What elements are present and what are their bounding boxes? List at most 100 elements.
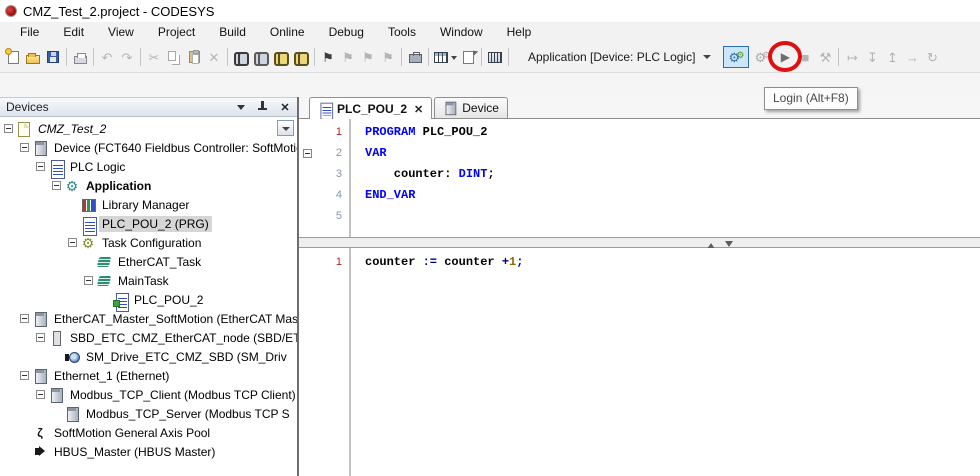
menu-tools[interactable]: Tools [376,23,428,41]
collapse-expander-icon[interactable] [84,276,93,285]
build-button[interactable] [485,46,505,68]
menu-help[interactable]: Help [495,23,544,41]
menu-file[interactable]: File [8,23,51,41]
tree-item[interactable]: ⚙ Application [0,176,297,195]
single-cycle-icon: ⚒ [819,49,832,65]
editor-area: PLC_POU_2 Device 1 PROGRAM PLC_POU_2 2 VAR 3… [299,97,980,476]
menu-edit[interactable]: Edit [51,23,96,41]
tree-item[interactable]: PLC Logic [0,157,297,179]
tree-item[interactable]: EtherCAT_Master_SoftMotion (EtherCAT Mas [0,309,297,328]
reset-warm-button[interactable]: ↻ [922,46,942,68]
replace-icon [253,52,269,66]
tree-item[interactable]: Device (FCT640 Fieldbus Controller: Soft… [0,138,297,157]
find-button[interactable] [231,46,251,68]
print-button[interactable] [70,46,90,68]
tree-item-label: PLC_POU_2 [134,292,204,307]
close-panel-icon[interactable] [277,100,293,114]
new-file-button[interactable] [3,46,23,68]
replace-in-project-button[interactable] [291,46,311,68]
previous-bookmark-button[interactable]: ⚑ [338,46,358,68]
tree-item-label: PLC_POU_2 (PRG) [99,215,212,232]
delete-button[interactable]: ✕ [204,46,224,68]
collapse-expander-icon[interactable] [36,333,45,342]
login-button[interactable]: ⚙⚙ [723,46,750,68]
copy-button[interactable] [164,46,184,68]
toolbar-separator [227,48,228,66]
single-cycle-button[interactable]: ⚒ [815,46,835,68]
reset-warm-icon: ↻ [926,49,938,65]
declaration-editor[interactable]: 1 PROGRAM PLC_POU_2 2 VAR 3 counter: DINT; 4 E… [299,119,980,237]
step-over-icon: ↦ [846,49,858,65]
pin-panel-icon[interactable] [255,100,271,114]
run-to-cursor-button[interactable]: → [902,46,922,68]
menu-project[interactable]: Project [146,23,207,41]
menu-window[interactable]: Window [428,23,495,41]
find-in-project-button[interactable] [271,46,291,68]
new-object-button[interactable] [458,46,478,68]
replace-button[interactable] [251,46,271,68]
stop-button[interactable]: ■ [795,46,815,68]
paste-button[interactable] [184,46,204,68]
tree-item[interactable]: PLC_POU_2 (PRG) [0,214,297,236]
chevron-down-icon [450,55,457,63]
tree-item[interactable]: EtherCAT_Task [0,252,297,271]
toolbar-separator [838,48,840,66]
menu-view[interactable]: View [96,23,146,41]
undo-icon: ↶ [101,49,113,65]
step-over-button[interactable]: ↦ [842,46,862,68]
undo-button[interactable]: ↶ [97,46,117,68]
tree-item[interactable]: PLC_POU_2 [0,290,297,312]
delete-icon: ✕ [208,49,220,65]
collapse-expander-icon[interactable] [4,124,13,133]
tree-item[interactable]: Modbus_TCP_Server (Modbus TCP S [0,404,297,423]
collapse-expander-icon[interactable] [52,181,61,190]
collapse-expander-icon[interactable] [20,314,29,323]
toggle-bookmark-button[interactable]: ⚑ [318,46,338,68]
tree-item[interactable]: ⚙ Task Configuration [0,233,297,252]
step-out-icon: ↥ [886,49,898,65]
save-project-button[interactable] [43,46,63,68]
tree-item[interactable]: SBD_ETC_CMZ_EtherCAT_node (SBD/ETC [0,328,297,347]
tree-item[interactable]: Ethernet_1 (Ethernet) [0,366,297,385]
collapse-expander-icon[interactable] [36,162,45,171]
next-bookmark-button[interactable]: ⚑ [358,46,378,68]
tree-item[interactable]: Library Manager [0,195,297,214]
active-application-combo[interactable]: Application [Device: PLC Logic] [526,46,713,68]
toolbar-separator [481,48,482,66]
open-project-button[interactable] [23,46,43,68]
close-tab-icon[interactable] [414,102,423,116]
tab-plc-pou-2[interactable]: PLC_POU_2 [309,97,433,120]
collapse-expander-icon[interactable] [68,238,77,247]
tree-item[interactable]: Modbus_TCP_Client (Modbus TCP Client) [0,385,297,404]
editor-splitter[interactable] [299,237,980,249]
menu-build[interactable]: Build [207,23,258,41]
tab-device[interactable]: Device [434,97,508,118]
stop-icon: ■ [801,49,810,65]
logout-button[interactable]: ⚙⚙ [749,46,775,68]
step-into-button[interactable]: ↧ [862,46,882,68]
tree-item[interactable]: ζ SoftMotion General Axis Pool [0,423,297,442]
device-selector-dropdown[interactable] [277,120,294,136]
fold-collapse-icon[interactable] [303,149,312,158]
tree-item[interactable]: SM_Drive_ETC_CMZ_SBD (SM_Driv [0,347,297,366]
project-settings-button[interactable] [405,46,425,68]
code-segment: PROGRAM [365,125,416,139]
collapse-expander-icon[interactable] [20,143,29,152]
line-number: 1 [335,126,342,138]
panel-menu-icon[interactable] [233,100,249,114]
tree-item[interactable]: CMZ_Test_2 [0,119,297,138]
collapse-expander-icon[interactable] [36,390,45,399]
menu-online[interactable]: Online [258,23,317,41]
implementation-editor[interactable]: 1 counter := counter +1; [299,248,980,476]
tab-label: PLC_POU_2 [337,101,408,116]
tree-item[interactable]: MainTask [0,271,297,290]
menu-debug[interactable]: Debug [317,23,376,41]
insert-device-dropdown-button[interactable] [432,46,458,68]
redo-button[interactable]: ↷ [117,46,137,68]
cut-button[interactable]: ✂ [144,46,164,68]
clear-bookmarks-button[interactable]: ⚑ [378,46,398,68]
collapse-expander-icon[interactable] [20,371,29,380]
start-button[interactable]: ▶ [768,41,803,72]
tree-item[interactable]: HBUS_Master (HBUS Master) [0,442,297,461]
step-out-button[interactable]: ↥ [882,46,902,68]
